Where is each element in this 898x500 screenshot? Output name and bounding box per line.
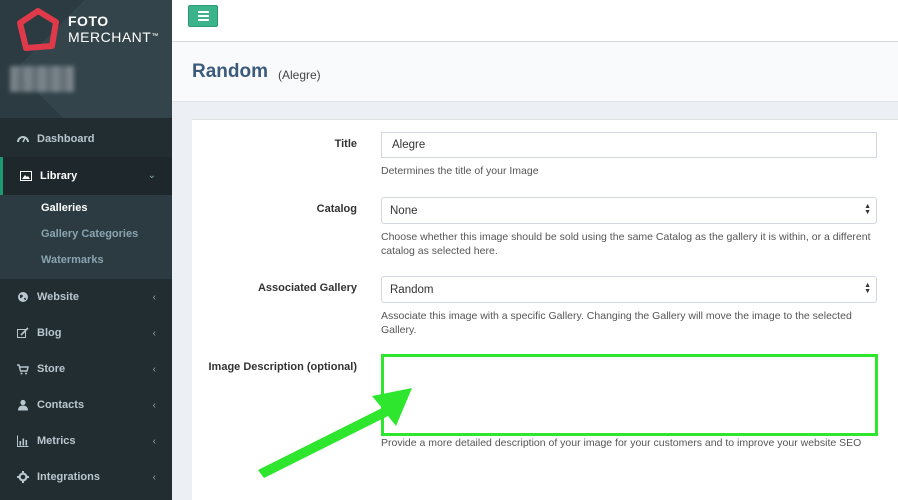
sidebar-item-metrics[interactable]: Metrics ‹: [0, 423, 172, 459]
foto-merchant-logo-icon[interactable]: [16, 8, 60, 52]
chevron-down-icon: ⌄: [147, 170, 156, 181]
bar-chart-icon: [17, 435, 29, 447]
description-help-text: Provide a more detailed description of y…: [381, 437, 862, 449]
sidebar-item-label: Contacts: [37, 399, 85, 411]
page-subtitle: (Alegre): [278, 68, 321, 82]
hamburger-icon: [197, 11, 209, 13]
title-label: Title: [334, 138, 357, 150]
user-name-blurred: [10, 66, 74, 92]
gear-icon: [17, 471, 29, 483]
image-icon: [20, 170, 32, 182]
sidebar-item-contacts[interactable]: Contacts ‹: [0, 387, 172, 423]
sidebar-header: FOTO MERCHANT™: [0, 0, 172, 118]
sidebar-item-integrations[interactable]: Integrations ‹: [0, 459, 172, 495]
sidebar-subitem-gallery-categories[interactable]: Gallery Categories: [0, 221, 172, 247]
content-header: Random (Alegre): [172, 42, 898, 102]
catalog-selected-value: None: [390, 204, 418, 217]
chevron-left-icon: ‹: [152, 436, 156, 447]
sidebar-item-label: Dashboard: [37, 133, 95, 145]
sidebar-item-label: Integrations: [37, 471, 100, 483]
top-navbar: [172, 0, 898, 42]
library-submenu: Galleries Gallery Categories Watermarks: [0, 195, 172, 279]
chevron-left-icon: ‹: [152, 292, 156, 303]
sidebar-subitem-watermarks[interactable]: Watermarks: [0, 247, 172, 273]
sidebar-item-library[interactable]: Library ⌄: [0, 157, 172, 195]
sidebar-item-label: Store: [37, 363, 66, 375]
gallery-selected-value: Random: [390, 283, 434, 296]
page-title: Random: [192, 61, 268, 82]
catalog-help-text: Choose whether this image should be sold…: [381, 231, 871, 257]
sidebar-item-blog[interactable]: Blog ‹: [0, 315, 172, 351]
select-arrows-icon: ▲ ▼: [864, 282, 871, 295]
sidebar-item-label: Metrics: [37, 435, 76, 447]
sidebar-item-website[interactable]: Website ‹: [0, 279, 172, 315]
sidebar-item-store[interactable]: Store ‹: [0, 351, 172, 387]
brand-line1: FOTO: [68, 13, 109, 29]
chevron-left-icon: ‹: [152, 472, 156, 483]
sidebar-subitem-galleries[interactable]: Galleries: [0, 195, 172, 221]
catalog-select[interactable]: None ▲ ▼: [381, 197, 877, 224]
cart-icon: [17, 363, 29, 375]
chevron-left-icon: ‹: [152, 364, 156, 375]
sidebar-item-label: Website: [37, 291, 79, 303]
dashboard-icon: [17, 133, 29, 145]
image-description-textarea[interactable]: [381, 354, 878, 436]
sidebar-item-dashboard[interactable]: Dashboard: [0, 121, 172, 157]
edit-icon: [17, 327, 29, 339]
sidebar-item-label: Library: [40, 170, 78, 182]
gallery-help-text: Associate this image with a specific Gal…: [381, 310, 852, 336]
sidebar: FOTO MERCHANT™ Dashboard Library ⌄ Galle…: [0, 0, 172, 500]
brand-line2: MERCHANT: [68, 29, 152, 45]
brand-name[interactable]: FOTO MERCHANT™: [68, 13, 159, 45]
title-input[interactable]: Alegre: [381, 132, 877, 158]
annotation-arrow-icon: [258, 388, 412, 478]
associated-gallery-select[interactable]: Random ▲ ▼: [381, 276, 877, 303]
select-arrows-icon: ▲ ▼: [864, 203, 871, 216]
chevron-left-icon: ‹: [152, 328, 156, 339]
user-icon: [17, 399, 29, 411]
sidebar-toggle-button[interactable]: [188, 5, 218, 27]
associated-gallery-label: Associated Gallery: [257, 282, 357, 294]
chevron-left-icon: ‹: [152, 400, 156, 411]
sidebar-menu: Dashboard Library ⌄ Galleries Gallery Ca…: [0, 121, 172, 495]
brand-trademark: ™: [151, 33, 159, 40]
sidebar-item-label: Blog: [37, 327, 62, 339]
catalog-label: Catalog: [316, 203, 357, 215]
title-help-text: Determines the title of your Image: [381, 165, 539, 177]
globe-icon: [17, 291, 29, 303]
